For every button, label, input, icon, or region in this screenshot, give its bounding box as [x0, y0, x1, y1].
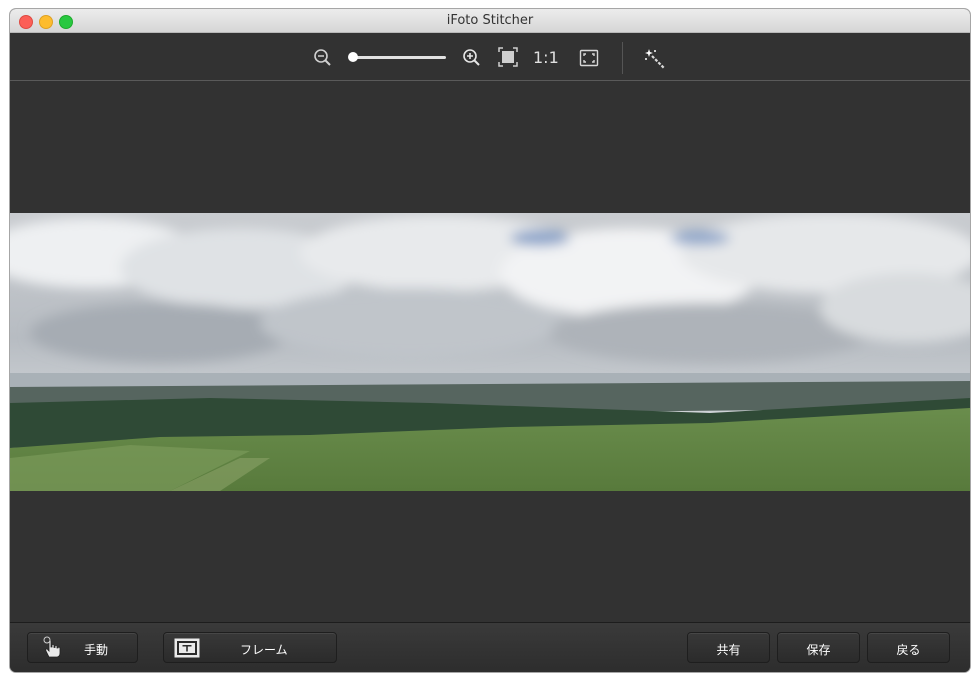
image-canvas: [10, 81, 970, 622]
back-button-label: 戻る: [896, 643, 921, 657]
zoom-out-icon[interactable]: [313, 48, 333, 68]
title-bar: iFoto Stitcher: [10, 9, 970, 33]
zoom-slider-track[interactable]: [349, 56, 446, 59]
manual-button-label: 手動: [84, 643, 109, 657]
magic-wand-icon[interactable]: [643, 47, 667, 71]
app-window: iFoto Stitcher 1:1 手動 フレーム 共有 保存 戻る: [10, 9, 970, 672]
save-button-label: 保存: [806, 643, 831, 657]
window-title: iFoto Stitcher: [446, 13, 534, 28]
save-button[interactable]: 保存: [777, 632, 860, 663]
manual-button[interactable]: 手動: [27, 632, 138, 663]
zoom-in-icon[interactable]: [462, 48, 482, 68]
panorama-image[interactable]: [10, 213, 970, 491]
toolbar-separator: [622, 42, 623, 74]
frame-button-label: フレーム: [240, 643, 288, 657]
back-button[interactable]: 戻る: [867, 632, 950, 663]
share-button-label: 共有: [716, 643, 741, 657]
text-frame-icon: [174, 638, 200, 658]
share-button[interactable]: 共有: [687, 632, 770, 663]
toolbar: 1:1: [10, 33, 970, 81]
frame-button[interactable]: フレーム: [163, 632, 337, 663]
fullscreen-icon[interactable]: [579, 48, 599, 68]
bottom-toolbar: 手動 フレーム 共有 保存 戻る: [10, 622, 970, 672]
fit-to-window-icon[interactable]: [498, 47, 518, 67]
actual-size-button[interactable]: 1:1: [533, 48, 559, 67]
hand-pointer-icon: [43, 636, 61, 658]
zoom-slider-knob[interactable]: [348, 52, 358, 62]
